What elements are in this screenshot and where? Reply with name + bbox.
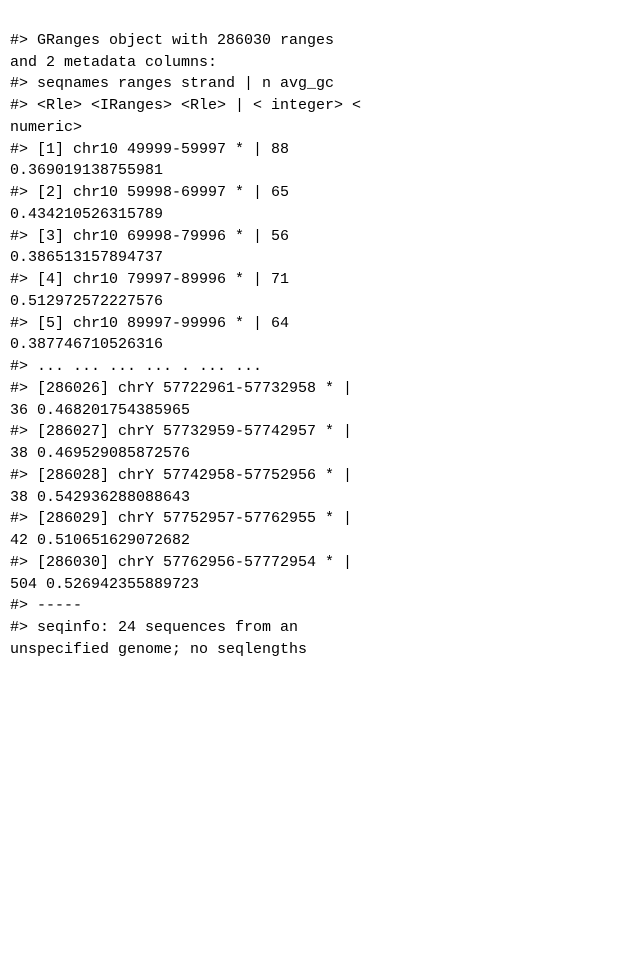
console-line: #> ----- <box>10 595 621 617</box>
console-line: 42 0.510651629072682 <box>10 530 621 552</box>
console-line: #> [286030] chrY 57762956-57772954 * | <box>10 552 621 574</box>
console-line: #> seqinfo: 24 sequences from an <box>10 617 621 639</box>
console-line: #> GRanges object with 286030 ranges <box>10 30 621 52</box>
console-line: 0.386513157894737 <box>10 247 621 269</box>
console-line: #> [1] chr10 49999-59997 * | 88 <box>10 139 621 161</box>
console-line: #> [286029] chrY 57752957-57762955 * | <box>10 508 621 530</box>
console-line: #> [2] chr10 59998-69997 * | 65 <box>10 182 621 204</box>
console-line: and 2 metadata columns: <box>10 52 621 74</box>
console-line: #> ... ... ... ... . ... ... <box>10 356 621 378</box>
console-line: #> [5] chr10 89997-99996 * | 64 <box>10 313 621 335</box>
console-line: #> <Rle> <IRanges> <Rle> | < integer> < <box>10 95 621 117</box>
console-line: #> [3] chr10 69998-79996 * | 56 <box>10 226 621 248</box>
console-line: 0.434210526315789 <box>10 204 621 226</box>
console-line: #> [286026] chrY 57722961-57732958 * | <box>10 378 621 400</box>
console-line: #> [4] chr10 79997-89996 * | 71 <box>10 269 621 291</box>
console-line: #> seqnames ranges strand | n avg_gc <box>10 73 621 95</box>
console-line: 38 0.469529085872576 <box>10 443 621 465</box>
console-line: 36 0.468201754385965 <box>10 400 621 422</box>
console-output: #> GRanges object with 286030 rangesand … <box>10 8 621 661</box>
console-line: #> [286027] chrY 57732959-57742957 * | <box>10 421 621 443</box>
console-line: 0.369019138755981 <box>10 160 621 182</box>
console-line: #> [286028] chrY 57742958-57752956 * | <box>10 465 621 487</box>
console-line: 38 0.542936288088643 <box>10 487 621 509</box>
console-line: unspecified genome; no seqlengths <box>10 639 621 661</box>
console-line: 0.387746710526316 <box>10 334 621 356</box>
console-line: 504 0.526942355889723 <box>10 574 621 596</box>
console-line: 0.512972572227576 <box>10 291 621 313</box>
console-line: numeric> <box>10 117 621 139</box>
